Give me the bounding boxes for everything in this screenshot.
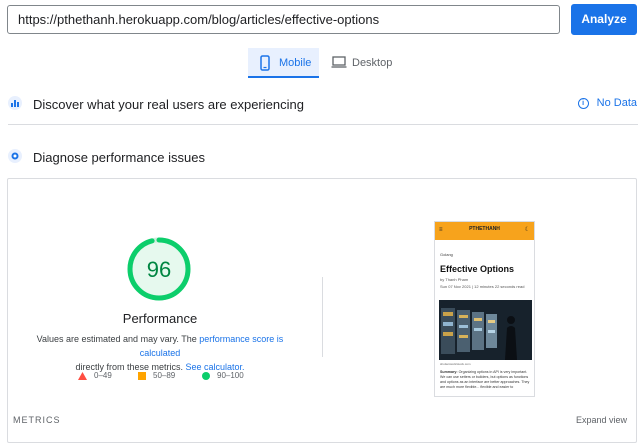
- preview-summary: Summary: Organizing options in API is ve…: [440, 370, 530, 390]
- mobile-phone-icon: [260, 55, 270, 71]
- section-divider: [8, 124, 638, 125]
- expand-view-toggle[interactable]: Expand view: [576, 415, 627, 425]
- legend-fail-label: 0–49: [94, 371, 112, 380]
- desktop-monitor-icon: [331, 56, 347, 68]
- tab-desktop-label: Desktop: [352, 57, 393, 69]
- legend-average: 50–89: [138, 371, 175, 381]
- score-value: 96: [147, 257, 171, 282]
- performance-title: Performance: [122, 311, 198, 326]
- preview-author: by Thanh Pham: [440, 277, 469, 282]
- analyze-button[interactable]: Analyze: [571, 4, 637, 35]
- discover-title: Discover what your real users are experi…: [33, 97, 304, 112]
- summary-label: Summary:: [440, 370, 458, 374]
- performance-description: Values are estimated and may vary. The p…: [20, 332, 300, 374]
- users-experience-icon: [8, 96, 22, 110]
- moon-icon: ☾: [524, 227, 530, 233]
- preview-title: Effective Options: [440, 264, 515, 274]
- desc-text-1: Values are estimated and may vary. The: [36, 334, 200, 344]
- red-triangle-icon: [78, 371, 87, 380]
- legend-pass: 90–100: [202, 371, 244, 381]
- preview-hero-image: [439, 300, 532, 360]
- server-room-image: [439, 300, 532, 360]
- orange-square-icon: [138, 371, 146, 380]
- green-circle-icon: [202, 371, 210, 380]
- diagnose-title: Diagnose performance issues: [33, 150, 205, 165]
- page-screenshot-preview: ≡ PTHETHANH ☾ Golang Effective Options b…: [434, 221, 535, 397]
- performance-score-gauge: 96: [127, 237, 191, 301]
- legend-average-label: 50–89: [153, 371, 176, 380]
- url-input[interactable]: https://pthethanh.herokuapp.com/blog/art…: [7, 5, 560, 34]
- tab-mobile[interactable]: Mobile: [248, 48, 319, 78]
- preview-image-caption: shutterstock/stock.com: [440, 362, 471, 366]
- preview-category: Golang: [440, 252, 453, 257]
- no-data-status: i No Data: [577, 97, 637, 109]
- legend-pass-label: 90–100: [217, 371, 244, 380]
- card-vertical-divider: [322, 277, 323, 357]
- diagnose-lighthouse-icon: [8, 149, 22, 163]
- legend-fail: 0–49: [78, 371, 112, 381]
- preview-header-bar: ≡ PTHETHANH ☾: [435, 222, 534, 240]
- no-data-label: No Data: [596, 97, 637, 109]
- preview-date: Sun 07 Nov 2021 | 12 minutes 22 seconds …: [440, 284, 525, 289]
- tab-mobile-label: Mobile: [279, 57, 312, 69]
- metrics-heading: METRICS: [13, 415, 61, 425]
- preview-brand: PTHETHANH: [469, 226, 500, 232]
- tab-desktop[interactable]: Desktop: [325, 48, 395, 78]
- info-icon: i: [577, 97, 589, 109]
